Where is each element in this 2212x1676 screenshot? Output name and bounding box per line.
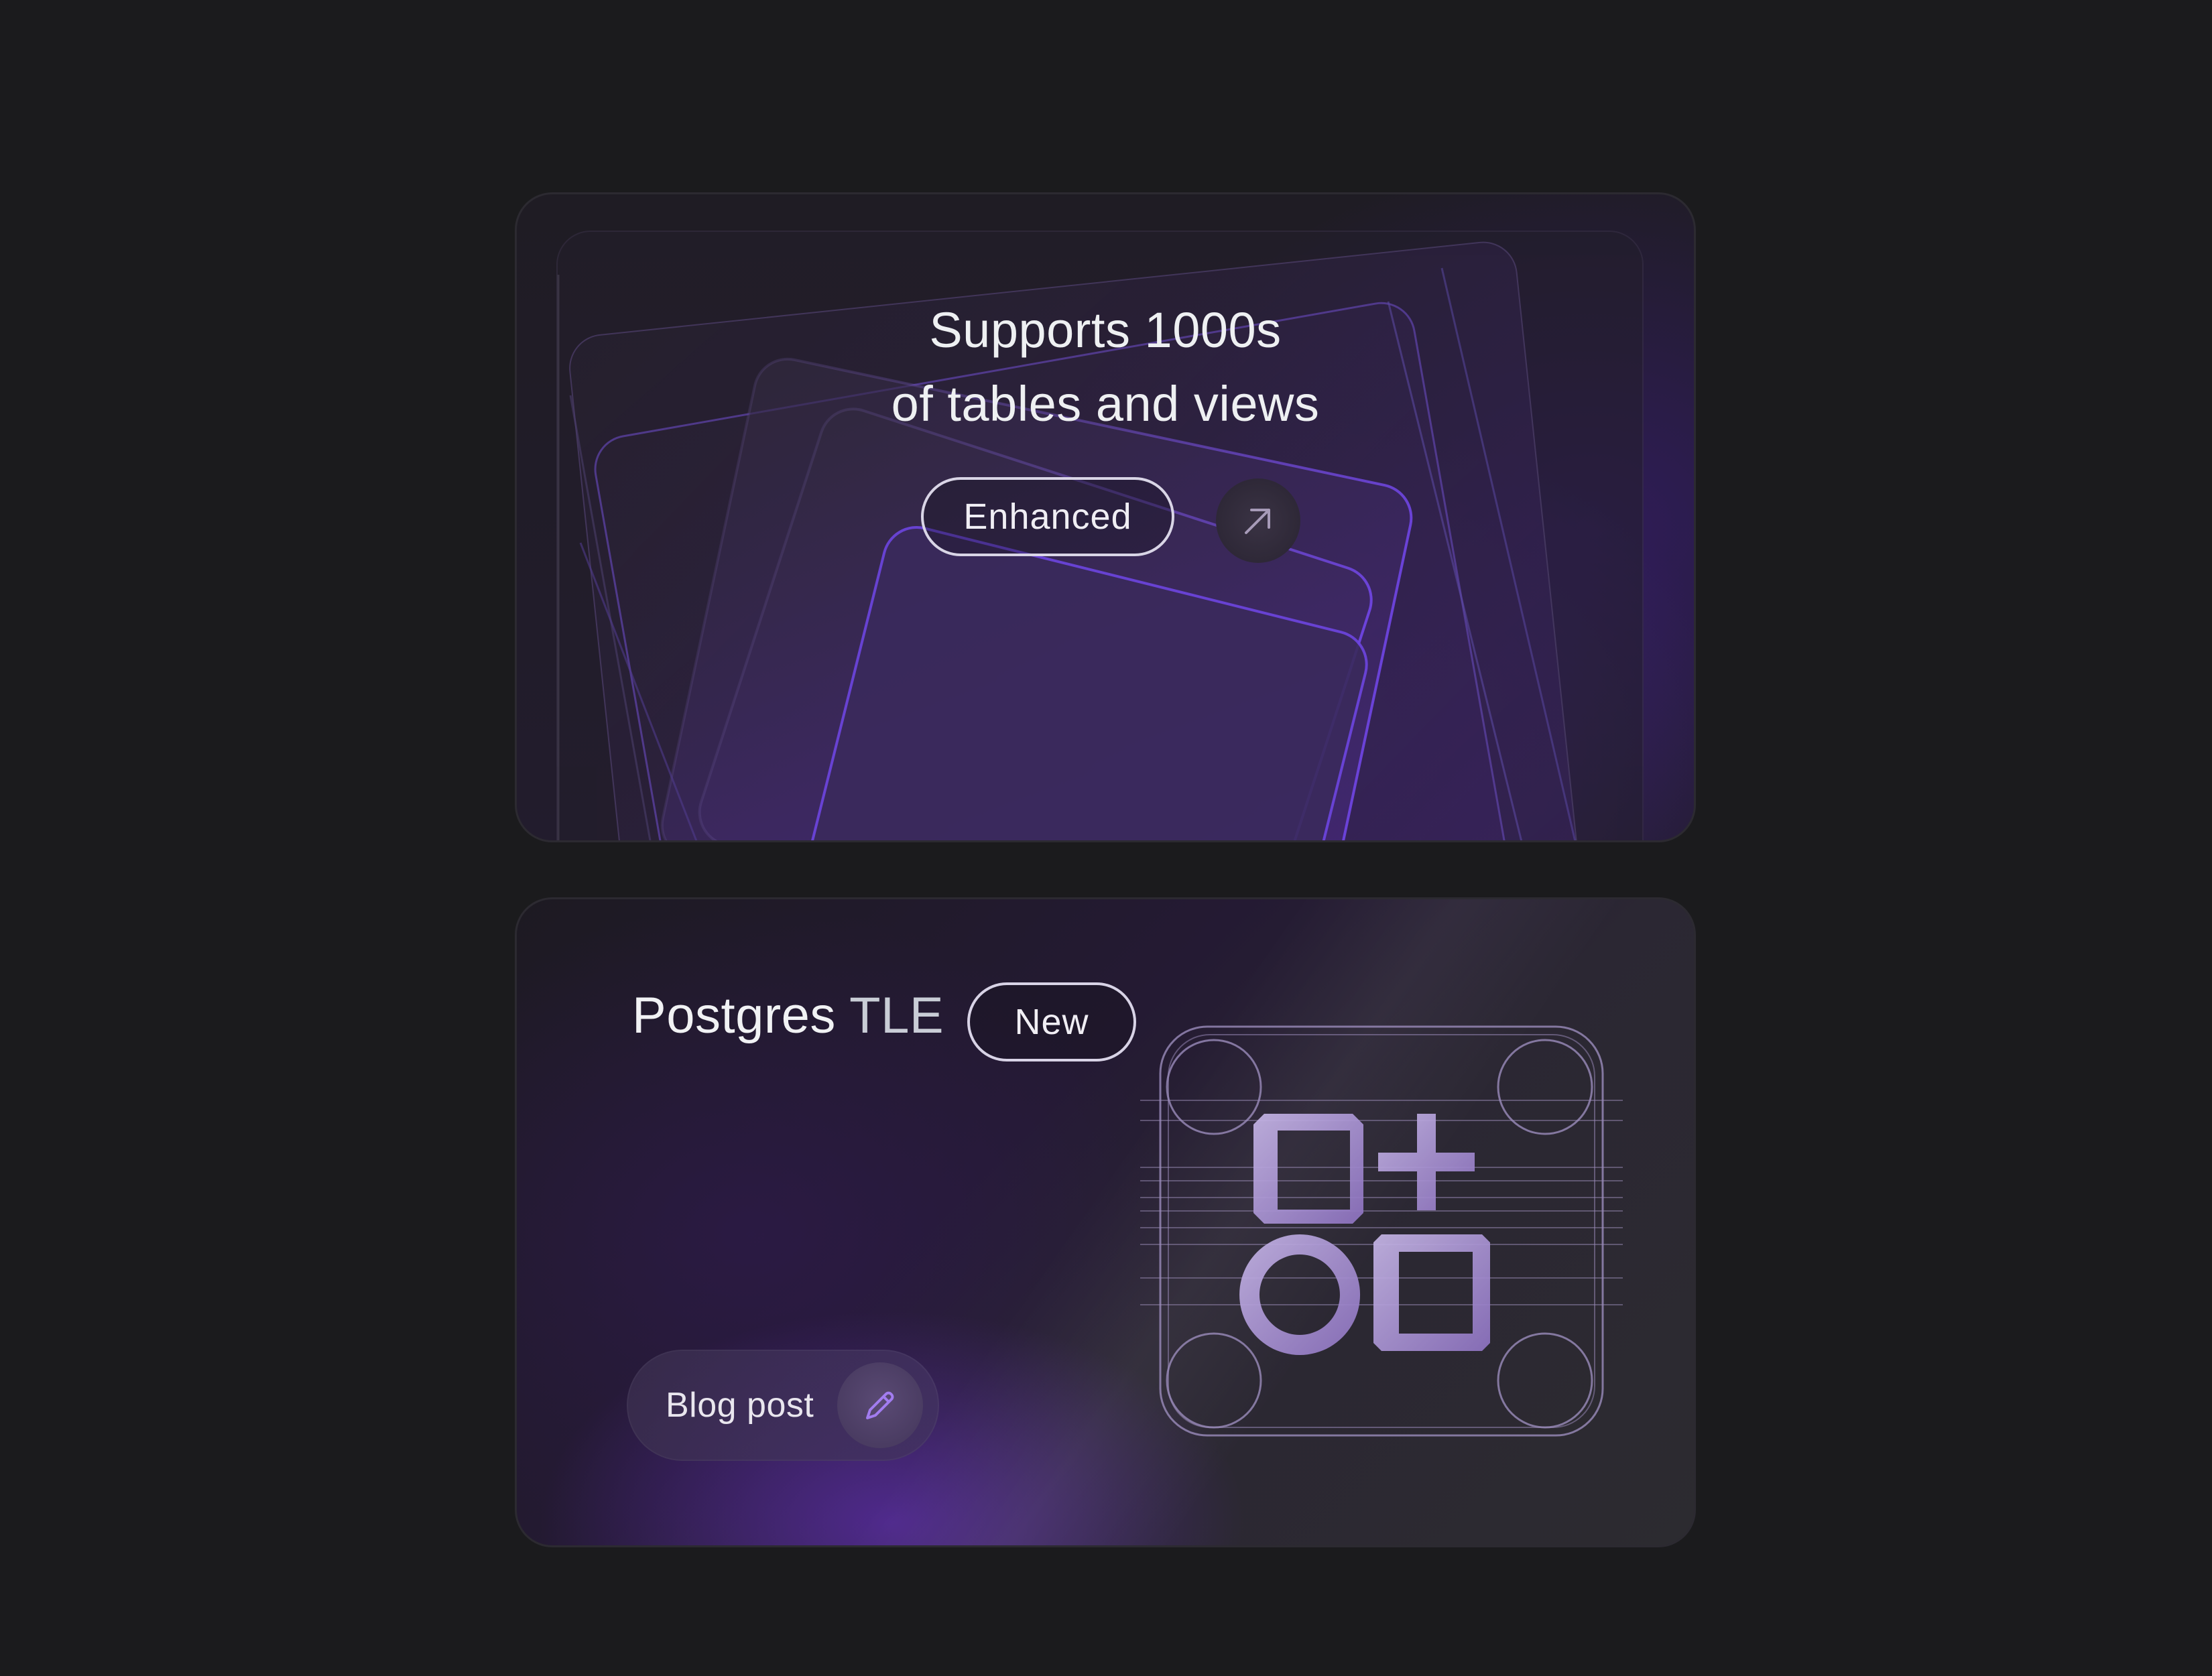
- pencil-button[interactable]: [837, 1362, 923, 1448]
- open-link-button[interactable]: [1216, 478, 1300, 563]
- headline-line-1: Supports 1000s: [929, 302, 1282, 358]
- pencil-icon: [866, 1391, 894, 1419]
- blog-post-label: Blog post: [666, 1386, 814, 1425]
- arrow-up-right-icon: [1245, 509, 1270, 534]
- enhanced-badge[interactable]: Enhanced: [921, 477, 1174, 556]
- postgres-tle-card: Postgres TLE New Blog post: [515, 897, 1696, 1547]
- blog-post-button[interactable]: Blog post: [627, 1350, 939, 1461]
- page: Supports 1000s of tables and views Enhan…: [0, 0, 2212, 1676]
- supports-tables-card: Supports 1000s of tables and views Enhan…: [515, 192, 1696, 842]
- tle-grid-icon: [1140, 899, 1623, 1489]
- enhanced-badge-label: Enhanced: [963, 497, 1132, 537]
- new-badge-label: New: [1014, 1002, 1089, 1042]
- title-accent: TLE: [849, 987, 944, 1044]
- title-main: Postgres: [632, 987, 836, 1044]
- headline-line-2: of tables and views: [891, 376, 1320, 432]
- card-headline: Supports 1000s of tables and views: [517, 294, 1694, 441]
- card-title: Postgres TLE: [632, 986, 944, 1045]
- new-badge[interactable]: New: [967, 982, 1136, 1061]
